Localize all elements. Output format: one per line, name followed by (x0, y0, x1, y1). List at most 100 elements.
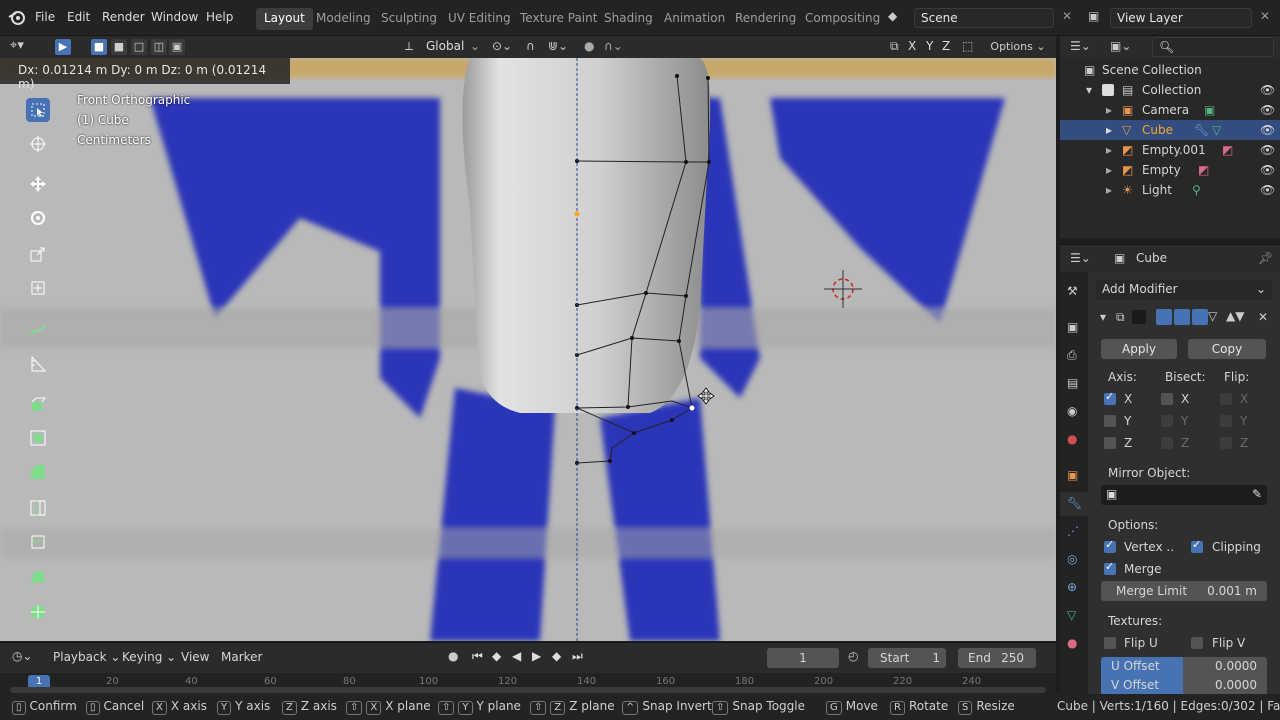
material-tab-icon[interactable]: ● (1067, 636, 1077, 650)
u-offset-field[interactable]: U Offset 0.0000 (1101, 657, 1267, 676)
scale-tool-icon[interactable] (26, 242, 50, 266)
extrude-tool-icon[interactable] (26, 392, 50, 416)
physics-tab-icon[interactable]: ◎ (1067, 552, 1077, 566)
loop-cut-tool-icon[interactable] (26, 496, 50, 520)
view-layer-icon[interactable]: ▣ (1088, 9, 1099, 23)
outliner-item-light[interactable]: ▸ ☀ Light ⚲ 👁︎ (1060, 180, 1280, 200)
clipping-checkbox[interactable] (1191, 538, 1203, 553)
falloff-icon[interactable]: ∩⌄ (604, 39, 623, 53)
eye-icon[interactable]: 👁︎ (1260, 83, 1275, 97)
inset-tool-icon[interactable] (26, 426, 50, 450)
blender-logo-icon[interactable] (8, 9, 26, 30)
scene-close-icon[interactable]: ✕ (1062, 9, 1072, 23)
flip-y-checkbox[interactable] (1220, 415, 1232, 427)
edit-mode-toggle-icon[interactable] (1156, 309, 1172, 325)
on-cage-icon[interactable]: ▽ (1208, 309, 1217, 323)
render-toggle-icon[interactable] (1192, 309, 1208, 325)
output-tab-icon[interactable]: ⎙ (1067, 348, 1077, 363)
bisect-z-checkbox[interactable] (1161, 437, 1173, 449)
merge-checkbox[interactable] (1104, 560, 1116, 575)
timeline-scrollbar[interactable] (10, 687, 1046, 693)
select-tool-button[interactable]: ▶ (54, 38, 72, 56)
playback-menu[interactable]: Playback ⌄ (53, 650, 120, 664)
view-menu[interactable]: View (181, 650, 209, 664)
3d-viewport[interactable]: Front Orthographic (1) Cube Centimeters (0, 58, 1056, 641)
tab-compositing[interactable]: Compositing (797, 8, 888, 30)
move-up-icon[interactable]: ▲▼ (1226, 309, 1244, 323)
light-data-icon[interactable]: ⚲ (1192, 183, 1201, 197)
snap-icon[interactable]: ∩ (526, 39, 535, 53)
viewport-toggle-icon[interactable] (1174, 309, 1190, 325)
jump-end-icon[interactable]: ⏭ (572, 649, 583, 664)
prev-keyframe-icon[interactable]: ◆ (492, 649, 501, 663)
image-icon[interactable]: ◩ (1222, 143, 1233, 157)
play-icon[interactable]: ▶ (532, 649, 541, 663)
axis-z-checkbox[interactable] (1104, 437, 1116, 449)
render-tab-icon[interactable]: ▣ (1067, 320, 1078, 334)
rotate-tool-icon[interactable] (26, 206, 50, 230)
wrench-icon[interactable]: 🔧︎ (1194, 123, 1209, 137)
view-layer-close-icon[interactable]: ✕ (1260, 9, 1270, 23)
checkbox-icon[interactable] (1102, 84, 1114, 96)
eye-icon[interactable]: 👁︎ (1260, 123, 1275, 137)
apply-button[interactable]: Apply (1101, 339, 1177, 359)
keying-menu[interactable]: Keying ⌄ (122, 650, 176, 664)
proportional-edit-icon[interactable]: ● (584, 39, 594, 53)
tab-rendering[interactable]: Rendering (727, 8, 804, 30)
outliner-collection[interactable]: ▾ ▤ Collection 👁︎ (1060, 80, 1280, 100)
image-icon[interactable]: ◩ (1198, 163, 1209, 177)
orientation-dropdown[interactable]: Global (426, 39, 464, 53)
object-tab-icon[interactable]: ▣ (1067, 468, 1078, 482)
bevel-tool-icon[interactable] (26, 460, 50, 484)
outliner-search-input[interactable]: 🔍︎ (1152, 37, 1274, 57)
properties-editor-icon[interactable]: ☰⌄ (1070, 251, 1091, 265)
collapse-icon[interactable]: ▾ (1100, 310, 1106, 324)
select-extend-button[interactable]: ■ (110, 38, 128, 56)
flip-v-checkbox[interactable] (1191, 637, 1203, 649)
snap-target-icon[interactable]: ⋓⌄ (548, 39, 568, 53)
record-icon[interactable]: ● (448, 649, 458, 663)
options-dropdown[interactable]: Options ⌄ (986, 38, 1050, 56)
eye-icon[interactable]: 👁︎ (1260, 183, 1275, 197)
auto-merge-icon[interactable]: ⬚ (962, 39, 973, 53)
mesh-data-icon[interactable]: ▽ (1212, 123, 1221, 137)
close-icon[interactable]: ✕ (1258, 310, 1268, 324)
spin-tool-icon[interactable] (26, 600, 50, 624)
select-new-button[interactable]: ■ (90, 38, 108, 56)
mirror-object-field[interactable]: ▣ ✎ (1101, 485, 1267, 505)
tab-uv-editing[interactable]: UV Editing (440, 8, 519, 30)
outliner-item-empty[interactable]: ▸ ◩ Empty ◩ 👁︎ (1060, 160, 1280, 180)
world-tab-icon[interactable]: ● (1067, 432, 1077, 446)
tool-tab-icon[interactable]: ⚒ (1067, 284, 1078, 298)
frame-ruler[interactable]: 1 20 40 60 80 100 120 140 160 180 200 22… (0, 673, 1056, 695)
menu-edit[interactable]: Edit (67, 10, 90, 24)
pin-icon[interactable]: 📌︎ (1258, 251, 1273, 265)
cursor-tool-icon[interactable] (26, 132, 50, 156)
mirror-axis-y[interactable]: Y (926, 39, 933, 53)
outliner-item-camera[interactable]: ▸ ▣ Camera ▣ 👁︎ (1060, 100, 1280, 120)
stopwatch-icon[interactable]: ◴ (848, 649, 858, 663)
annotate-tool-icon[interactable] (26, 318, 50, 342)
expand-icon[interactable]: ▸ (1106, 123, 1112, 137)
editor-type-icon[interactable]: ⌖▾ (10, 38, 24, 53)
next-keyframe-icon[interactable]: ◆ (552, 649, 561, 663)
menu-help[interactable]: Help (206, 10, 233, 24)
expand-icon[interactable]: ▸ (1106, 143, 1112, 157)
collapse-icon[interactable]: ▾ (1086, 83, 1092, 97)
jump-start-icon[interactable]: ⏮ (472, 649, 483, 664)
menu-render[interactable]: Render (102, 10, 145, 24)
view-layer-tab-icon[interactable]: ▤ (1067, 376, 1078, 390)
menu-file[interactable]: File (35, 10, 55, 24)
eye-icon[interactable]: 👁︎ (1260, 103, 1275, 117)
knife-tool-icon[interactable] (26, 530, 50, 554)
merge-limit-field[interactable]: Merge Limit 0.001 m (1101, 581, 1267, 601)
outliner-editor-icon[interactable]: ☰⌄ (1070, 39, 1091, 53)
scene-tab-icon[interactable]: ◉ (1067, 404, 1077, 418)
tab-texture-paint[interactable]: Texture Paint (512, 8, 605, 30)
select-box-tool-icon[interactable] (26, 98, 50, 122)
expand-icon[interactable]: ▸ (1106, 163, 1112, 177)
tab-sculpting[interactable]: Sculpting (373, 8, 445, 30)
start-frame-field[interactable]: Start 1 (868, 648, 946, 668)
tab-modeling[interactable]: Modeling (308, 8, 379, 30)
modifier-tab[interactable]: 🔧︎ (1060, 492, 1088, 516)
